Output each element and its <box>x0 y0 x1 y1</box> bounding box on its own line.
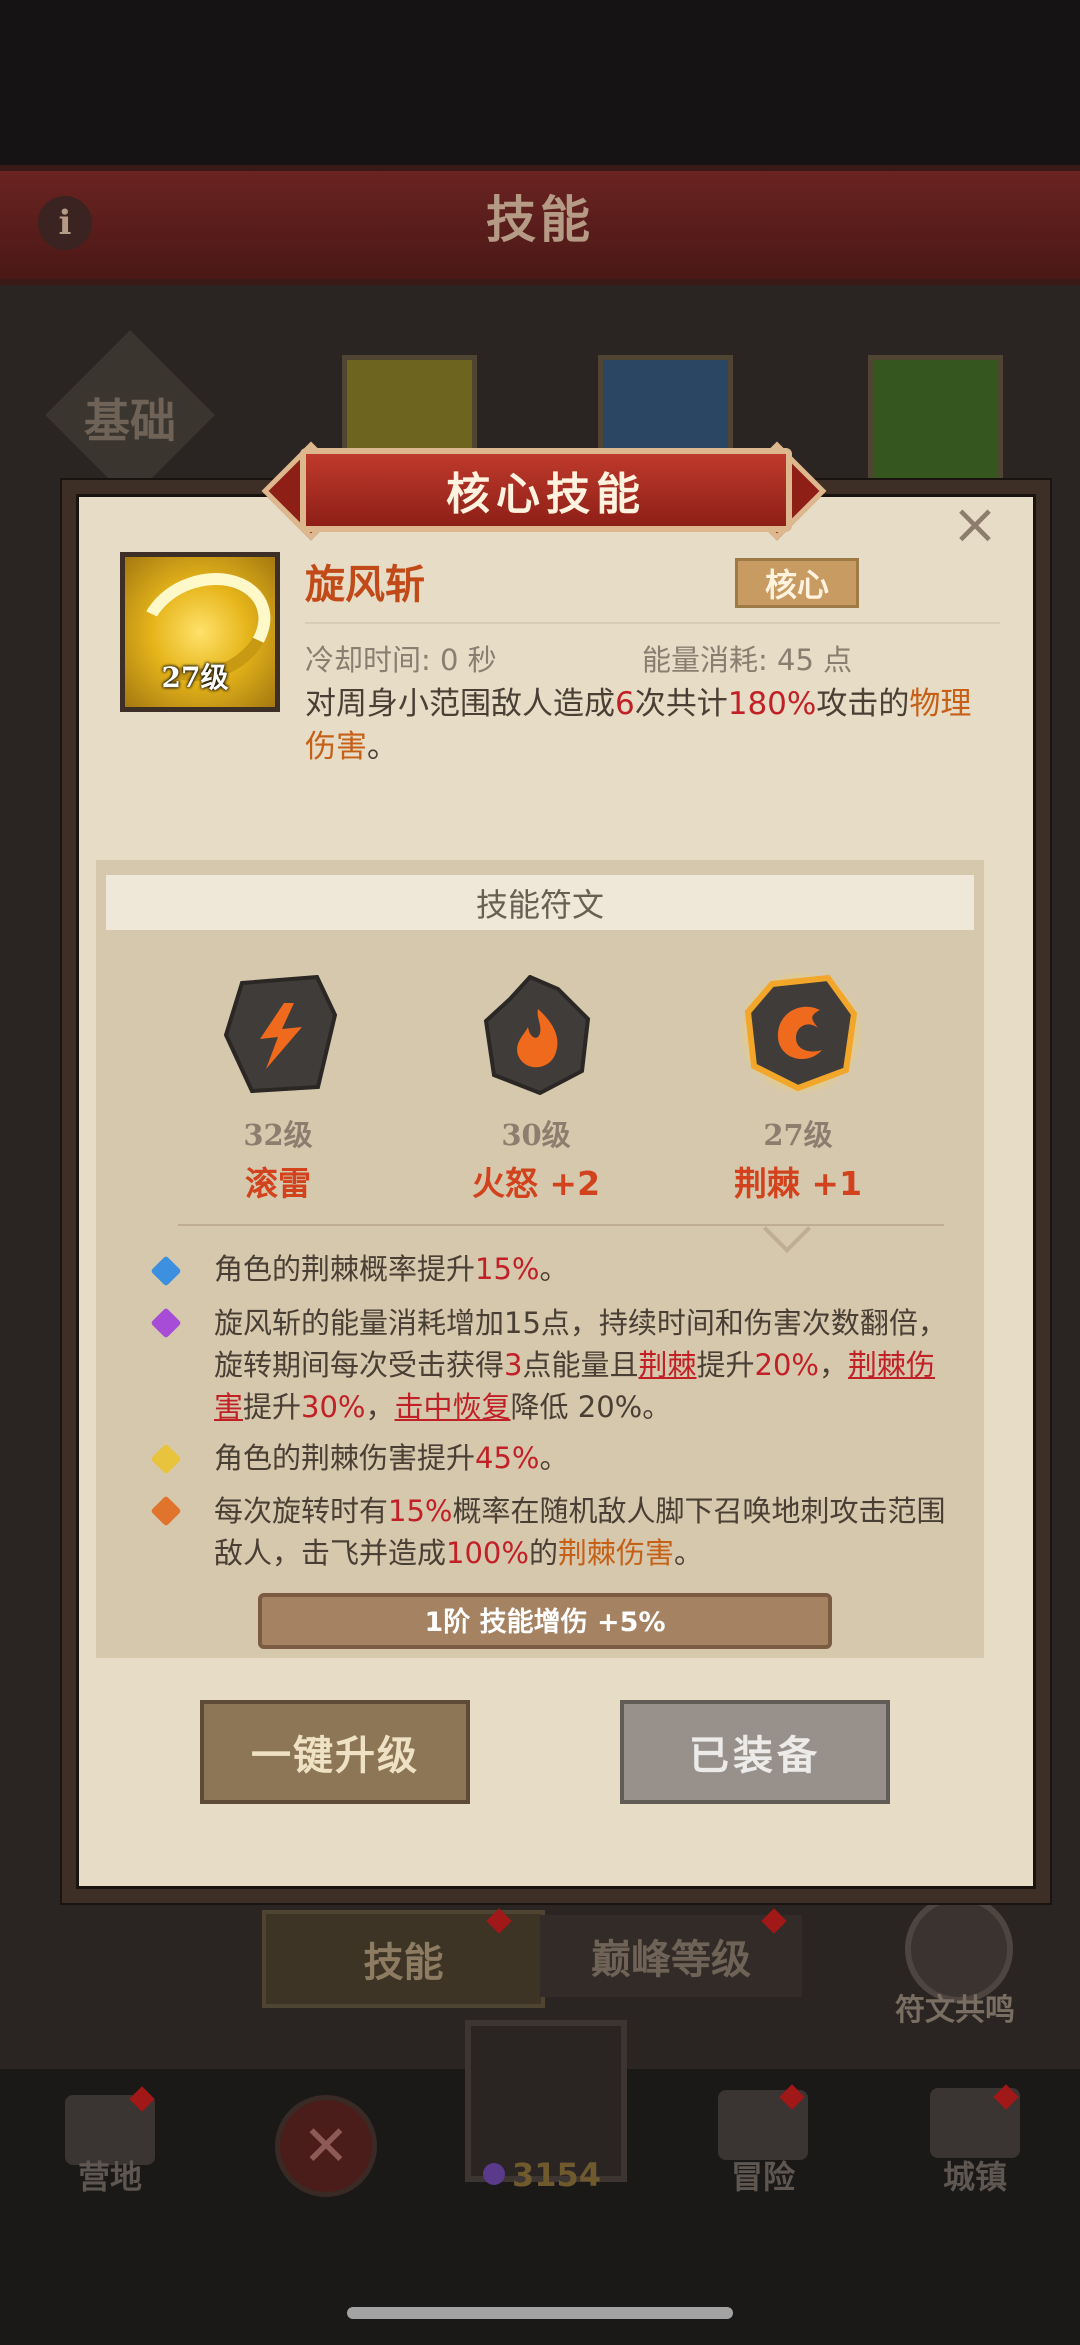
rune-resonance-label: 符文共鸣 <box>895 1993 1015 2028</box>
equipped-button[interactable]: 已装备 <box>620 1700 890 1804</box>
fire-rune-icon[interactable] <box>480 974 595 1096</box>
energy-cost-text: 能量消耗: 45 点 <box>642 643 853 677</box>
rune-name: 滚雷 <box>245 1164 311 1203</box>
close-button[interactable]: × <box>950 497 1000 553</box>
stage-bonus-text: 1阶 技能增伤 +5% <box>424 1607 666 1638</box>
nav-camp[interactable]: 营地 <box>35 2152 185 2198</box>
rune-level: 27级 <box>763 1118 833 1152</box>
skill-level: 27级 <box>161 661 229 694</box>
rune-level: 30级 <box>501 1118 571 1152</box>
rune-effect-3: 角色的荆棘伤害提升45%。 <box>214 1441 569 1475</box>
skill-category-tab-green[interactable] <box>868 355 1003 490</box>
divider <box>178 1224 944 1226</box>
thunder-rune-icon[interactable] <box>222 974 338 1095</box>
thorn-term: 荆棘 <box>638 1348 697 1382</box>
home-indicator <box>347 2307 733 2319</box>
dialog-title: 核心技能 <box>446 469 646 520</box>
rune-panel-title: 技能符文 <box>475 886 604 924</box>
gem-icon <box>483 2163 505 2185</box>
currency-value: 3154 <box>512 2156 602 2194</box>
rune-effect-1: 角色的荆棘概率提升15%。 <box>214 1252 569 1286</box>
info-icon[interactable]: i <box>38 196 92 250</box>
cooldown-text: 冷却时间: 0 秒 <box>305 643 497 677</box>
close-icon[interactable]: ✕ <box>275 2095 377 2197</box>
thorn-rune-icon[interactable] <box>738 970 864 1096</box>
rune-name: 荆棘 +1 <box>733 1164 863 1203</box>
thorn-damage-term: 荆棘伤害 <box>557 1536 674 1570</box>
core-badge: 核心 <box>735 558 859 608</box>
screen-title: 技能 <box>486 191 594 249</box>
skill-description: 对周身小范围敌人造成6次共计180%攻击的物理伤害。 <box>305 686 972 765</box>
divider <box>305 622 1000 624</box>
rune-effect-4: 每次旋转时有15%概率在随机敌人脚下召唤地刺攻击范围敌人，击飞并造成100%的荆… <box>214 1494 946 1570</box>
nav-adventure[interactable]: 冒险 <box>688 2152 838 2198</box>
one-key-upgrade-button[interactable]: 一键升级 <box>200 1700 470 1804</box>
rune-name: 火怒 +2 <box>471 1164 601 1203</box>
base-category-label: 基础 <box>84 394 176 448</box>
rune-effect-2: 旋风斩的能量消耗增加15点，持续时间和伤害次数翻倍，旋转期间每次受击获得3点能量… <box>214 1306 947 1424</box>
nav-town[interactable]: 城镇 <box>900 2152 1050 2198</box>
rune-level: 32级 <box>243 1118 313 1152</box>
skill-name: 旋风斩 <box>305 562 425 608</box>
tab-peak-level[interactable]: 巅峰等级 <box>540 1915 802 1997</box>
hit-recovery-term: 击中恢复 <box>394 1390 511 1424</box>
